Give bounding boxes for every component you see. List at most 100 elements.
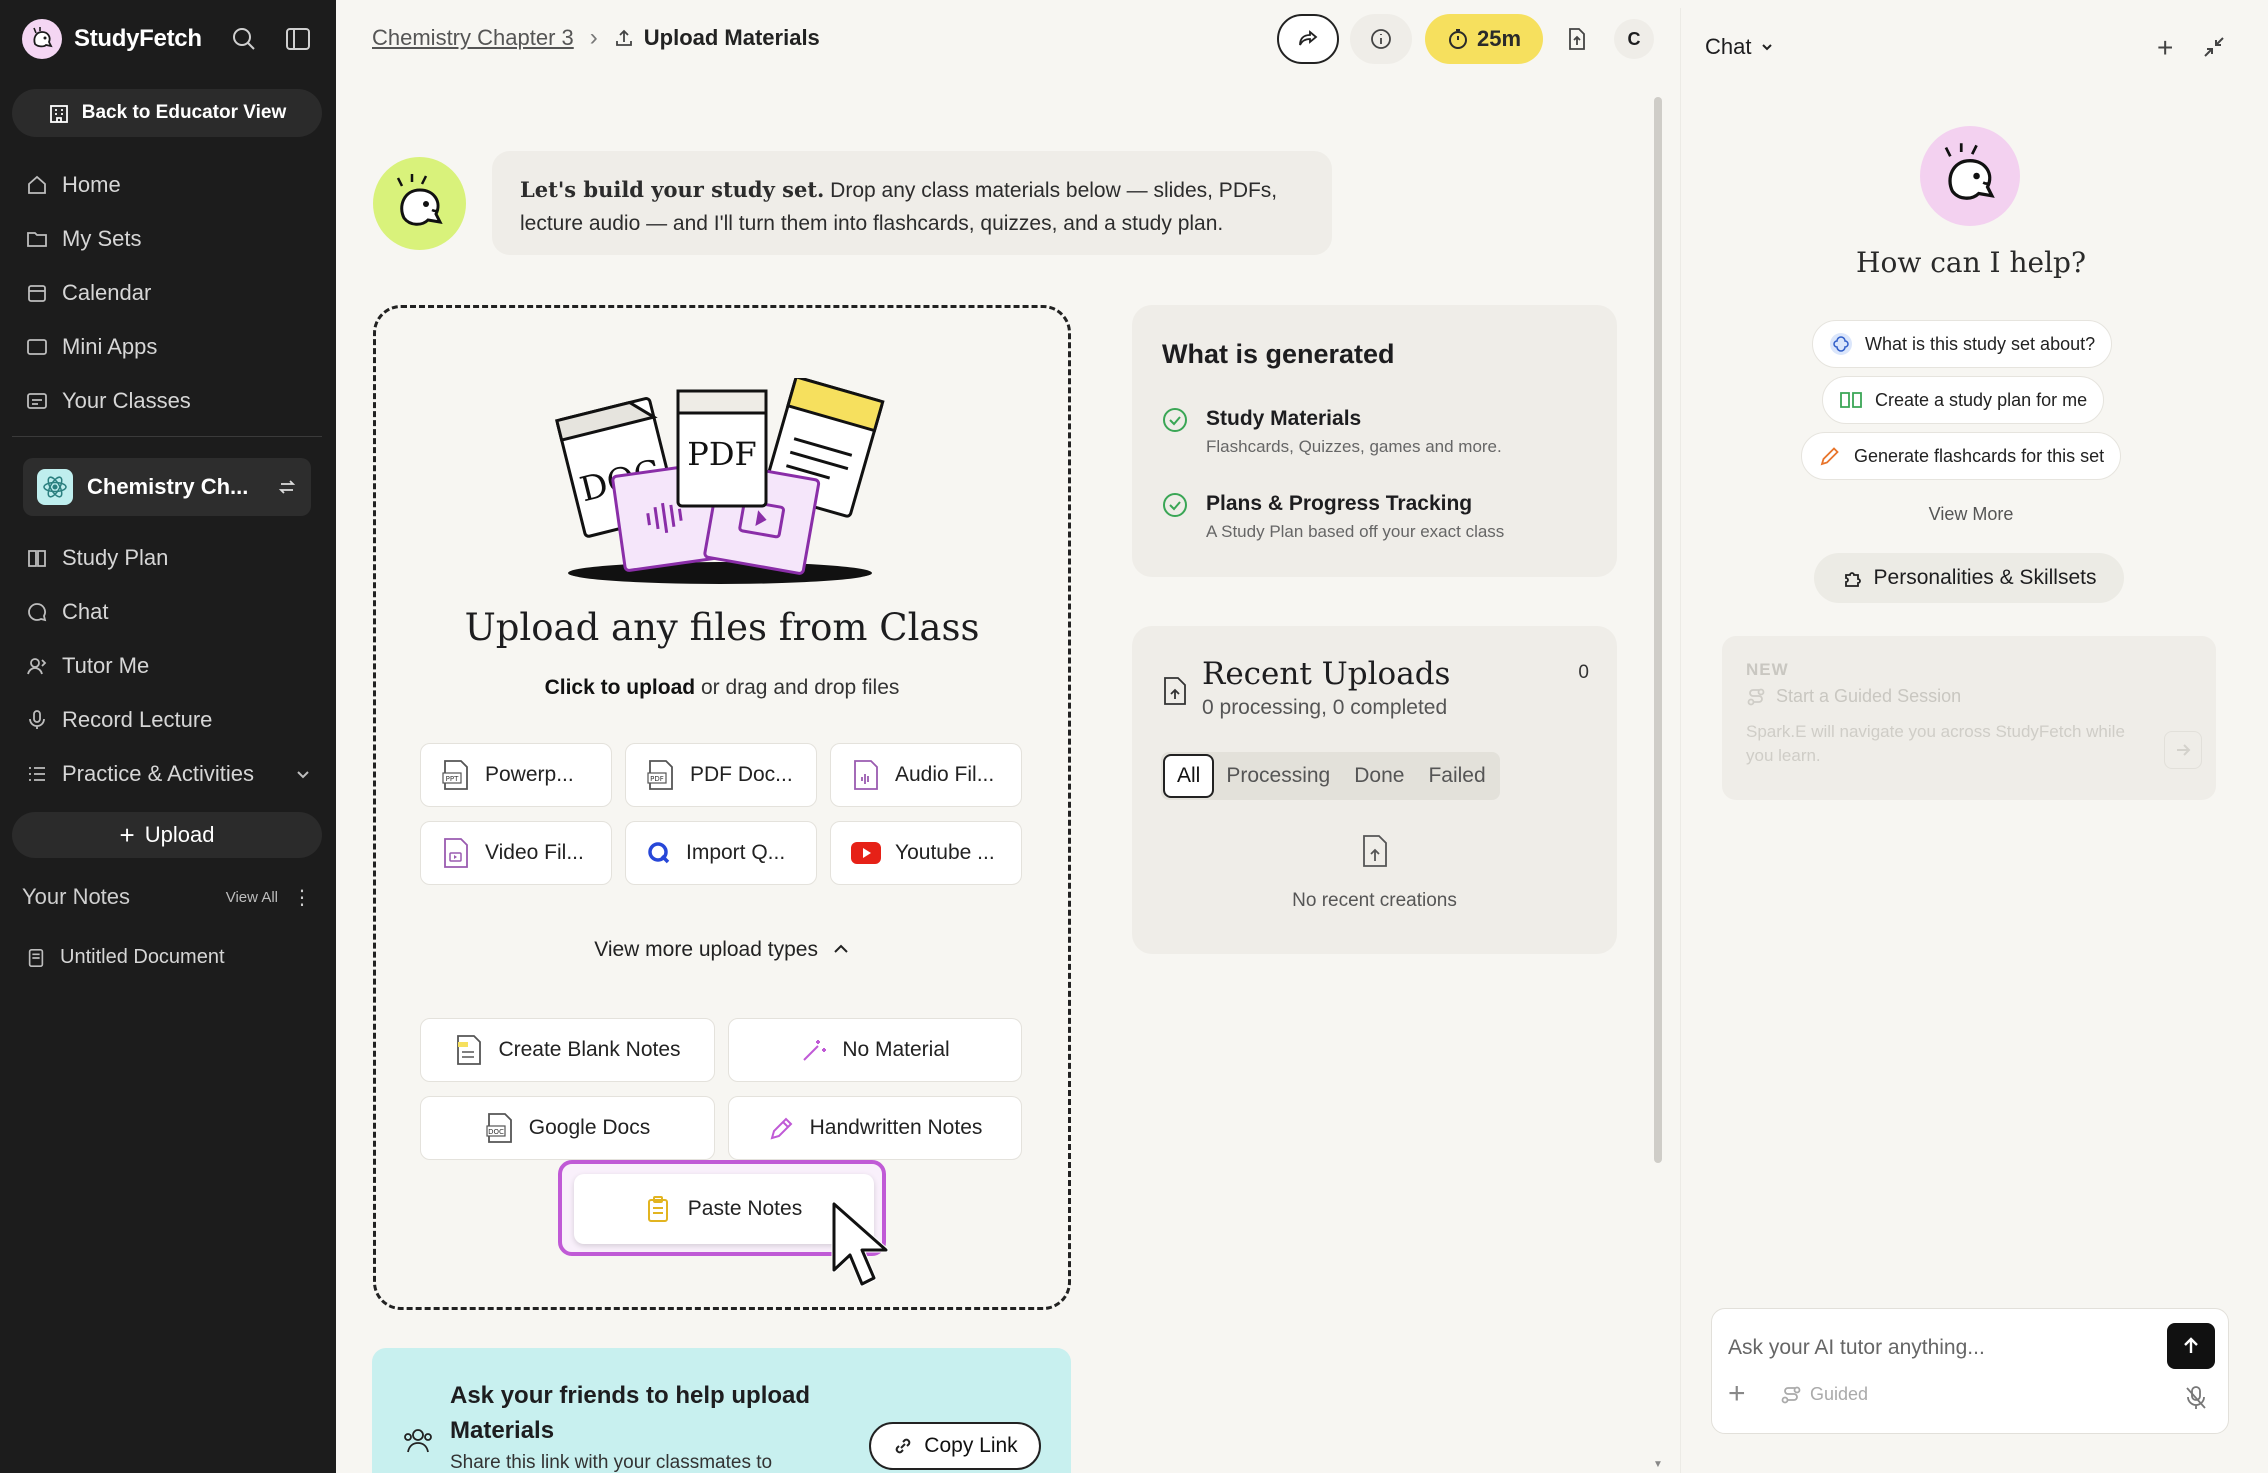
guided-session-card[interactable]: NEW Start a Guided Session Spark.E will … xyxy=(1722,636,2216,800)
mascot-avatar xyxy=(373,157,466,250)
dog-mascot-icon xyxy=(396,173,443,226)
generated-item-desc: A Study Plan based off your exact class xyxy=(1206,522,1505,541)
timer-button[interactable]: 25m xyxy=(1425,14,1543,64)
youtube-icon xyxy=(851,842,881,864)
new-chat-plus-icon[interactable]: + xyxy=(2157,32,2173,64)
attach-plus-icon[interactable]: + xyxy=(1728,1379,1746,1409)
filter-tab-all[interactable]: All xyxy=(1163,754,1215,798)
upload-type-import-quizlet[interactable]: Import Q... xyxy=(625,821,817,885)
recent-uploads-status: 0 processing, 0 completed xyxy=(1202,696,1448,719)
breadcrumb-class-link[interactable]: Chemistry Chapter 3 xyxy=(372,25,574,51)
note-item[interactable]: Untitled Document xyxy=(26,946,225,969)
suggestion-generate-flashcards[interactable]: Generate flashcards for this set xyxy=(1801,432,2122,480)
app-name: StudyFetch xyxy=(74,25,202,52)
link-icon xyxy=(896,1438,911,1454)
pencil-icon xyxy=(1820,447,1839,466)
check-circle-icon xyxy=(1163,408,1187,432)
google-docs-icon: DOC xyxy=(486,1113,512,1143)
send-button[interactable] xyxy=(2167,1323,2215,1369)
book-icon xyxy=(28,550,46,567)
chat-view-more-link[interactable]: View More xyxy=(1681,504,2261,525)
view-more-upload-types[interactable]: View more upload types xyxy=(373,938,1071,962)
current-class-selector[interactable]: Chemistry Ch... xyxy=(23,458,311,516)
search-icon[interactable] xyxy=(229,24,259,54)
upload-label: Upload xyxy=(144,822,215,847)
upload-title: Upload any files from Class xyxy=(464,606,980,649)
mic-off-icon[interactable] xyxy=(2184,1385,2208,1411)
guided-toggle[interactable]: Guided xyxy=(1780,1384,1868,1405)
upload-type-video[interactable]: Video Fil... xyxy=(420,821,612,885)
sidebar-item-your-classes[interactable]: Your Classes xyxy=(26,388,191,414)
filter-tab-failed[interactable]: Failed xyxy=(1416,754,1497,798)
back-to-educator-button[interactable]: Back to Educator View xyxy=(12,89,322,137)
pdf-file-icon: PDF xyxy=(647,760,673,790)
guided-start-arrow-icon[interactable] xyxy=(2164,731,2202,769)
sidebar-item-mini-apps[interactable]: Mini Apps xyxy=(26,334,157,360)
chevron-up-icon xyxy=(834,944,848,953)
sidebar-item-label: Study Plan xyxy=(62,545,169,570)
sidebar-toggle-icon[interactable] xyxy=(283,24,313,54)
generated-item-title: Plans & Progress Tracking xyxy=(1206,492,1473,515)
suggestion-study-plan[interactable]: Create a study plan for me xyxy=(1822,376,2105,424)
upload-type-label: Import Q... xyxy=(686,841,786,864)
sidebar-item-calendar[interactable]: Calendar xyxy=(26,280,151,306)
paste-notes-label: Paste Notes xyxy=(687,1197,803,1220)
upload-type-label: Youtube ... xyxy=(895,841,995,864)
collapse-icon[interactable] xyxy=(2201,34,2227,60)
breadcrumb-current: Upload Materials xyxy=(614,25,820,51)
recent-uploads-card: Recent Uploads 0 processing, 0 completed… xyxy=(1132,626,1617,954)
sidebar-item-label: Record Lecture xyxy=(62,707,213,732)
brand[interactable]: StudyFetch xyxy=(22,19,202,59)
google-docs-button[interactable]: DOC Google Docs xyxy=(420,1096,715,1160)
chevron-right-icon: › xyxy=(589,24,598,51)
sidebar-item-label: Calendar xyxy=(62,280,152,305)
sidebar-upload-button[interactable]: + Upload xyxy=(12,812,322,858)
route-icon xyxy=(1781,1386,1801,1403)
no-material-button[interactable]: No Material xyxy=(728,1018,1022,1082)
suggestion-label: Generate flashcards for this set xyxy=(1854,445,2105,466)
sidebar-item-my-sets[interactable]: My Sets xyxy=(26,226,141,252)
filter-tab-processing[interactable]: Processing xyxy=(1214,754,1342,798)
notes-view-all-link[interactable]: View All xyxy=(226,889,278,906)
sidebar-item-tutor-me[interactable]: Tutor Me xyxy=(26,653,149,679)
copy-link-button[interactable]: Copy Link xyxy=(869,1422,1041,1470)
chevron-down-icon[interactable] xyxy=(292,763,314,785)
user-avatar[interactable]: C xyxy=(1614,19,1654,59)
chat-header-dropdown[interactable]: Chat xyxy=(1705,34,1775,60)
swap-icon[interactable] xyxy=(277,477,297,497)
open-book-icon xyxy=(1840,392,1862,408)
upload-type-powerpoint[interactable]: PPT Powerp... xyxy=(420,743,612,807)
suggestion-study-set-about[interactable]: What is this study set about? xyxy=(1812,320,2113,368)
chat-message-input[interactable] xyxy=(1728,1331,2148,1365)
info-button[interactable] xyxy=(1350,14,1412,64)
share-button[interactable] xyxy=(1277,14,1339,64)
check-circle-icon xyxy=(1163,493,1187,517)
personalities-label: Personalities & Skillsets xyxy=(1873,566,2097,589)
upload-type-label: Video Fil... xyxy=(485,841,584,864)
magic-wand-icon xyxy=(803,1040,827,1061)
info-icon xyxy=(1371,29,1391,49)
export-button[interactable] xyxy=(1558,14,1596,64)
current-class-name: Chemistry Ch... xyxy=(87,474,249,499)
sidebar-item-chat[interactable]: Chat xyxy=(26,599,108,625)
upload-type-pdf[interactable]: PDF PDF Doc... xyxy=(625,743,817,807)
upload-type-audio[interactable]: Audio Fil... xyxy=(830,743,1022,807)
more-vertical-icon[interactable]: ⋮ xyxy=(292,885,312,910)
upload-type-label: Powerp... xyxy=(485,763,574,786)
sidebar-item-record-lecture[interactable]: Record Lecture xyxy=(26,707,212,733)
sidebar-item-study-plan[interactable]: Study Plan xyxy=(26,545,168,571)
scroll-down-arrow-icon[interactable]: ▼ xyxy=(1653,1459,1663,1470)
handwritten-notes-button[interactable]: Handwritten Notes xyxy=(728,1096,1022,1160)
generated-item-desc: Flashcards, Quizzes, games and more. xyxy=(1206,437,1502,456)
calendar-icon xyxy=(28,285,46,302)
sidebar-item-practice-activities[interactable]: Practice & Activities xyxy=(26,761,314,787)
create-blank-notes-button[interactable]: Create Blank Notes xyxy=(420,1018,715,1082)
filter-tab-done[interactable]: Done xyxy=(1342,754,1416,798)
sidebar-item-home[interactable]: Home xyxy=(26,172,121,198)
upload-type-youtube[interactable]: Youtube ... xyxy=(830,821,1022,885)
paste-notes-button[interactable]: Paste Notes xyxy=(574,1174,874,1244)
click-to-upload-link[interactable]: Click to upload xyxy=(545,676,696,699)
main-scrollbar[interactable] xyxy=(1654,97,1662,1163)
file-upload-icon xyxy=(1569,28,1585,50)
personalities-skillsets-button[interactable]: Personalities & Skillsets xyxy=(1814,553,2124,603)
